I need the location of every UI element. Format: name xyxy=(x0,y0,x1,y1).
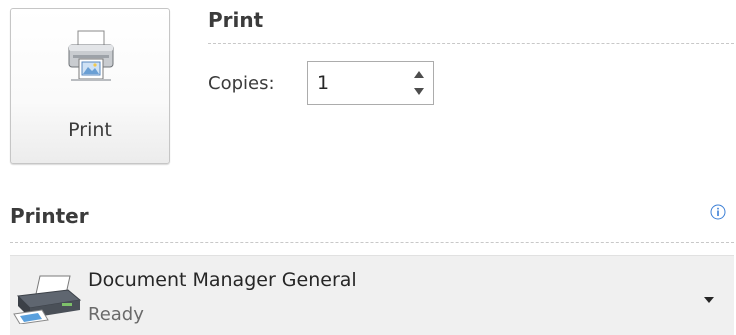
print-button-label: Print xyxy=(68,119,112,141)
printer-icon xyxy=(68,30,114,81)
printer-dropdown[interactable]: Document Manager General Ready xyxy=(10,255,734,335)
print-button[interactable]: Print xyxy=(10,8,170,164)
spin-down-arrow-icon[interactable] xyxy=(410,84,428,100)
copies-label: Copies: xyxy=(208,73,275,94)
printer-status: Ready xyxy=(88,304,144,325)
chevron-down-icon[interactable] xyxy=(703,296,715,304)
print-section-title: Print xyxy=(208,8,264,32)
printer-section-divider xyxy=(10,242,734,243)
info-icon[interactable] xyxy=(710,204,726,220)
print-section-divider xyxy=(208,43,734,44)
copies-input[interactable] xyxy=(308,62,400,104)
copies-stepper[interactable] xyxy=(307,61,434,105)
printer-section-title: Printer xyxy=(10,204,89,228)
spin-up-arrow-icon[interactable] xyxy=(410,66,428,82)
printer-name: Document Manager General xyxy=(88,269,357,291)
printer-device-icon xyxy=(13,275,82,324)
